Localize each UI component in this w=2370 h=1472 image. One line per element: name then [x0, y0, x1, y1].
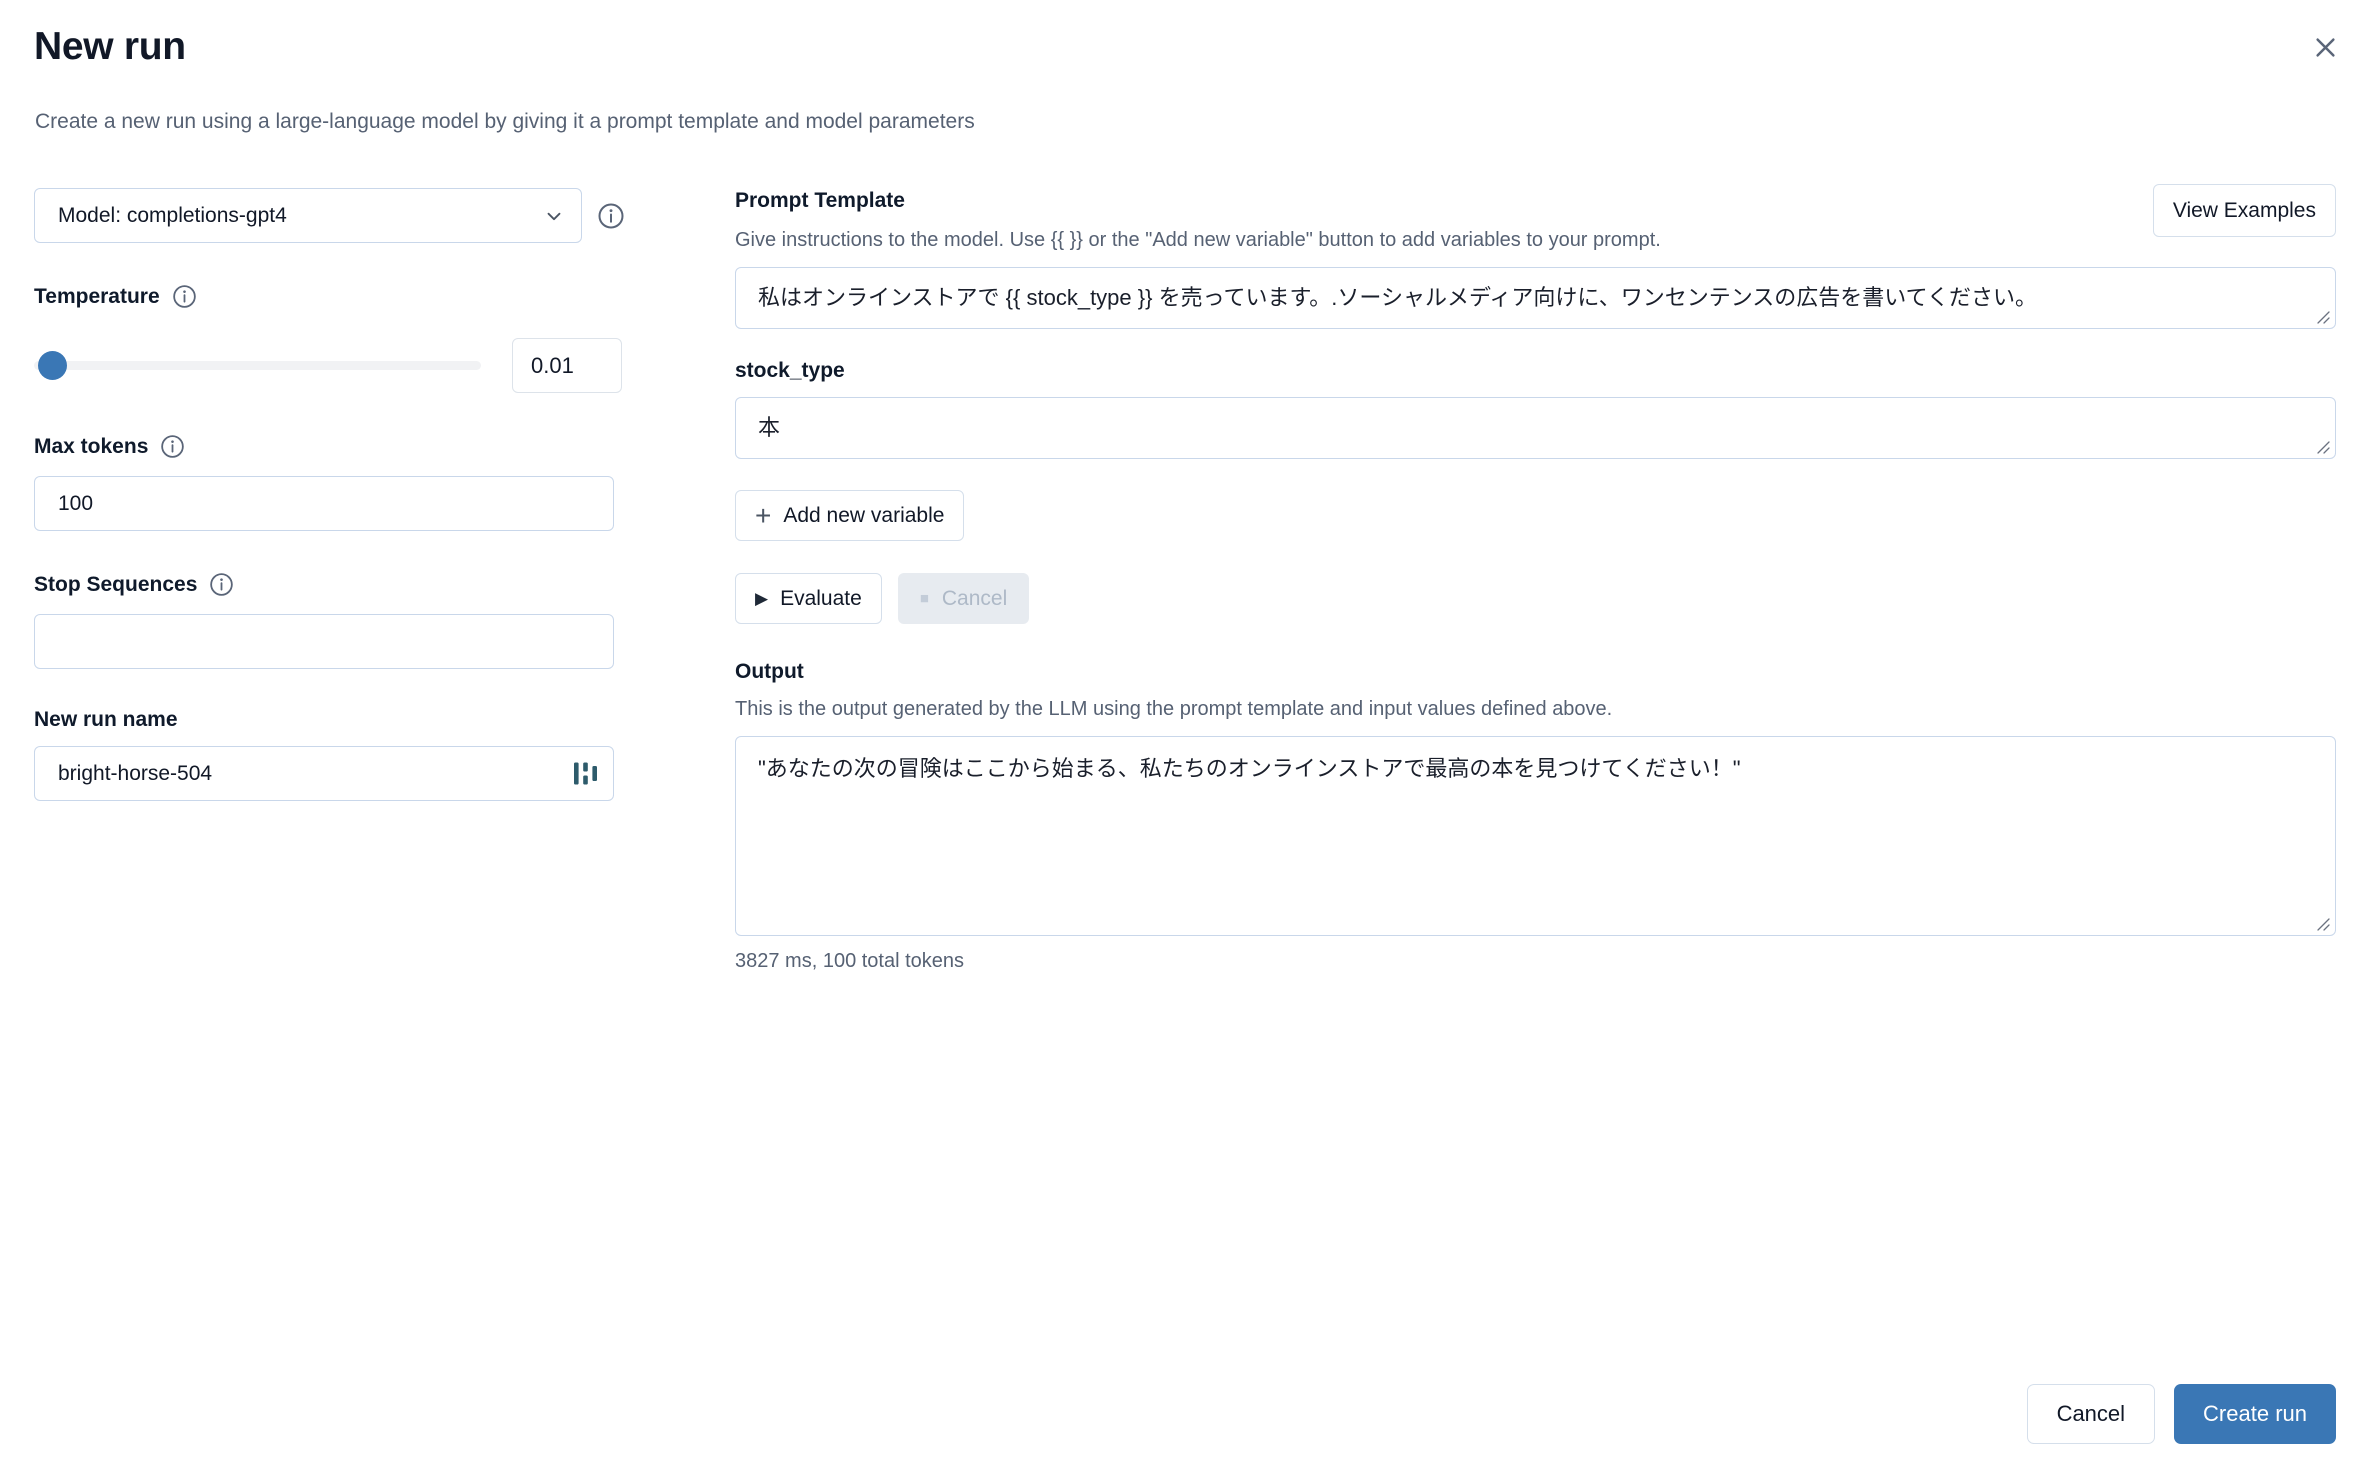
- output-textarea[interactable]: "あなたの次の冒険はここから始まる、私たちのオンラインストアで最高の本を見つけて…: [735, 736, 2336, 937]
- create-run-button[interactable]: Create run: [2174, 1384, 2336, 1444]
- variable-name-label: stock_type: [735, 359, 845, 383]
- temperature-slider-thumb[interactable]: [38, 351, 68, 380]
- create-run-button-label: Create run: [2203, 1401, 2307, 1426]
- plus-icon: +: [755, 499, 772, 531]
- temperature-control-row: 0.01: [34, 338, 674, 393]
- output-title: Output: [735, 660, 804, 684]
- cancel-evaluation-button: ■ Cancel: [897, 573, 1030, 625]
- resize-handle-icon: [2313, 914, 2331, 932]
- stop-icon: ■: [919, 590, 929, 608]
- stop-sequences-input[interactable]: [34, 614, 614, 669]
- model-select[interactable]: Model: completions-gpt4: [34, 188, 582, 243]
- cancel-evaluation-label: Cancel: [941, 586, 1008, 610]
- view-examples-label: View Examples: [2172, 198, 2316, 222]
- new-run-name-value: bright-horse-504: [58, 761, 213, 785]
- output-value: "あなたの次の冒険はここから始まる、私たちのオンラインストアで最高の本を見つけて…: [758, 756, 1741, 782]
- prompt-template-header: Prompt Template Give instructions to the…: [735, 184, 2336, 253]
- chevron-down-icon: [543, 205, 565, 227]
- prompt-template-title: Prompt Template: [735, 189, 905, 212]
- resize-handle-icon: [2313, 307, 2331, 325]
- model-settings-panel: Model: completions-gpt4 Temperature 0.01…: [34, 188, 674, 801]
- temperature-label: Temperature: [34, 285, 160, 308]
- dialog-footer: Cancel Create run: [2026, 1384, 2336, 1444]
- temperature-value: 0.01: [531, 352, 574, 378]
- page-title: New run: [34, 25, 186, 68]
- new-run-name-label: New run name: [34, 708, 178, 731]
- stop-sequences-label: Stop Sequences: [34, 573, 198, 596]
- new-run-name-input[interactable]: bright-horse-504: [34, 746, 614, 801]
- evaluate-button[interactable]: ▶ Evaluate: [735, 573, 882, 625]
- max-tokens-field: Max tokens 100: [34, 433, 674, 531]
- variable-stock_type-value: 本: [758, 415, 781, 441]
- max-tokens-value: 100: [58, 491, 94, 515]
- stop-sequences-label-row: Stop Sequences: [34, 571, 674, 598]
- stop-sequences-info-icon[interactable]: [208, 571, 235, 598]
- temperature-label-row: Temperature: [34, 283, 674, 310]
- temperature-info-icon[interactable]: [171, 283, 198, 310]
- new-run-name-wrap: bright-horse-504: [34, 746, 614, 801]
- max-tokens-input[interactable]: 100: [34, 476, 614, 531]
- resize-handle-icon: [2313, 437, 2331, 455]
- model-select-value: Model: completions-gpt4: [58, 203, 287, 227]
- output-description: This is the output generated by the LLM …: [735, 698, 1613, 721]
- new-run-name-field: New run name bright-horse-504: [34, 709, 674, 801]
- close-icon: [2312, 34, 2339, 61]
- add-new-variable-button[interactable]: + Add new variable: [735, 490, 965, 542]
- model-info-icon[interactable]: [596, 201, 626, 231]
- max-tokens-label-row: Max tokens: [34, 433, 674, 460]
- stop-sequences-field: Stop Sequences: [34, 571, 674, 669]
- prompt-template-textarea[interactable]: 私はオンラインストアで {{ stock_type }} を売っています。.ソー…: [735, 267, 2336, 330]
- temperature-slider[interactable]: [34, 349, 481, 383]
- add-new-variable-label: Add new variable: [783, 503, 945, 527]
- variable-stock_type-field: stock_type 本: [735, 359, 2336, 460]
- prompt-panel: Prompt Template Give instructions to the…: [735, 184, 2336, 973]
- page-subtitle: Create a new run using a large-language …: [35, 110, 975, 133]
- variable-stock_type-textarea[interactable]: 本: [735, 397, 2336, 460]
- max-tokens-label: Max tokens: [34, 435, 149, 458]
- close-button[interactable]: [2300, 22, 2350, 72]
- play-icon: ▶: [755, 589, 769, 609]
- prompt-template-description: Give instructions to the model. Use {{ }…: [735, 229, 1661, 252]
- evaluate-row: ▶ Evaluate ■ Cancel: [735, 573, 2336, 625]
- model-select-row: Model: completions-gpt4: [34, 188, 674, 243]
- output-section: Output This is the output generated by t…: [735, 659, 2336, 973]
- output-meta: 3827 ms, 100 total tokens: [735, 950, 965, 973]
- temperature-slider-track: [34, 361, 481, 370]
- add-variable-row: + Add new variable: [735, 490, 2336, 542]
- view-examples-button[interactable]: View Examples: [2152, 184, 2336, 237]
- cancel-button[interactable]: Cancel: [2026, 1384, 2156, 1444]
- new-run-dialog: New run Create a new run using a large-l…: [0, 0, 2370, 1472]
- evaluate-label: Evaluate: [780, 586, 862, 610]
- temperature-field: Temperature 0.01: [34, 283, 674, 393]
- prompt-template-value: 私はオンラインストアで {{ stock_type }} を売っています。.ソー…: [758, 285, 2037, 311]
- new-run-name-label-row: New run name: [34, 709, 674, 730]
- max-tokens-info-icon[interactable]: [159, 433, 186, 460]
- cancel-button-label: Cancel: [2056, 1401, 2126, 1426]
- temperature-value-input[interactable]: 0.01: [512, 338, 622, 393]
